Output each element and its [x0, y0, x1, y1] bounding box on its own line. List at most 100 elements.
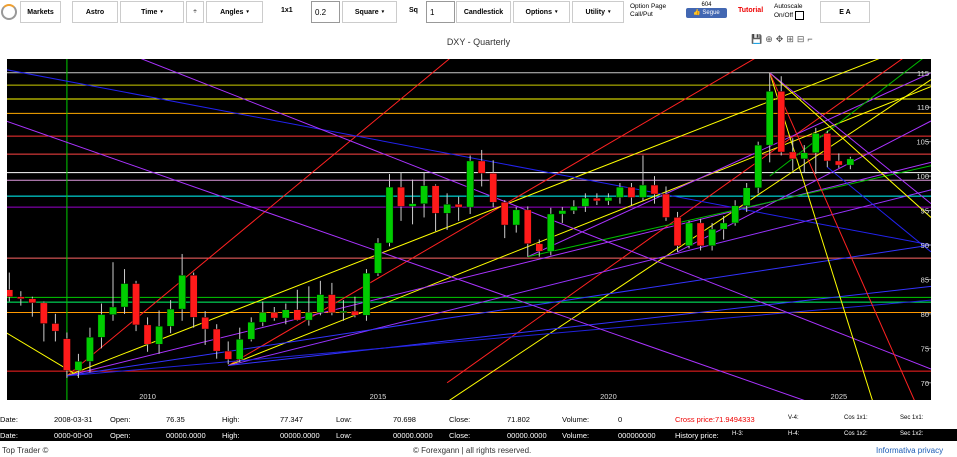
x-tick-label: 2010 — [139, 392, 156, 400]
bullish-candle — [408, 203, 417, 207]
option-page-link[interactable]: Option Page Call/Put — [630, 3, 666, 19]
bearish-candle — [28, 298, 37, 304]
bullish-candle — [258, 312, 267, 323]
close-value: 00000.0000 — [507, 431, 547, 440]
options-dropdown[interactable]: Options ▾ — [513, 1, 570, 23]
save-icon[interactable]: 💾 — [751, 34, 762, 45]
y-tick-label: 80 — [921, 310, 929, 319]
zoom-icon[interactable]: ⊕ — [765, 34, 773, 45]
cos-1x2-label: Cos 1x2: — [844, 431, 868, 437]
bullish-candle — [708, 228, 716, 246]
bearish-candle — [351, 310, 359, 316]
bearish-candle — [189, 275, 198, 318]
bullish-candle — [86, 337, 94, 362]
open-value: 00000.0000 — [166, 431, 206, 440]
bearish-candle — [477, 160, 486, 174]
open-label: Open: — [110, 415, 131, 424]
stepper-icon: ÷ — [193, 9, 197, 15]
bullish-candle — [166, 308, 175, 327]
pan-icon[interactable]: ✥ — [776, 34, 784, 45]
gann-angle-line — [228, 189, 931, 367]
bearish-candle — [431, 185, 440, 214]
bullish-candle — [316, 294, 325, 313]
autoscale-toggle[interactable]: Autoscale On/Off — [774, 3, 804, 20]
bearish-candle — [40, 302, 48, 324]
utility-dropdown[interactable]: Utility ▾ — [572, 1, 624, 23]
bearish-candle — [293, 309, 302, 321]
bearish-candle — [270, 312, 279, 319]
options-label: Options — [525, 8, 552, 16]
autoscale-onoff-label: On/Off — [774, 12, 794, 20]
footer-brand: Top Trader © — [2, 446, 49, 455]
markets-button[interactable]: Markets — [20, 1, 61, 23]
bullish-candle — [581, 197, 590, 207]
close-label: Close: — [449, 431, 471, 440]
autoscale-checkbox[interactable] — [794, 11, 804, 20]
autoscale-label: Autoscale — [774, 3, 803, 10]
tutorial-link[interactable]: Tutorial — [738, 7, 763, 14]
chevron-down-icon: ▾ — [554, 9, 558, 15]
y-tick-label: 90 — [921, 241, 929, 250]
date-value: 0000-00-00 — [54, 431, 93, 440]
y-tick-label: 100 — [916, 172, 929, 181]
bullish-candle — [604, 197, 613, 202]
bearish-candle — [650, 184, 659, 195]
low-value: 00000.0000 — [393, 431, 433, 440]
bullish-candle — [570, 206, 578, 211]
zoom-out-icon[interactable]: ⊟ — [797, 34, 805, 45]
bearish-candle — [454, 204, 463, 208]
bullish-candle — [362, 273, 371, 316]
toolbar: Markets Astro Time ▾ ÷ Angles ▾ 1x1 Squa… — [0, 0, 957, 26]
utility-label: Utility — [585, 8, 605, 16]
ea-button[interactable]: E A — [820, 1, 870, 23]
like-icon: 👍 — [693, 10, 701, 16]
y-tick-label: 95 — [921, 207, 929, 216]
close-label: Close: — [449, 415, 471, 424]
chart-plot-area[interactable]: 70 75 80 85 90 95 100 105 110 115 2010 2015 2020 2025 — [7, 59, 931, 400]
sec-1x1-label: Sec 1x1: — [900, 415, 924, 421]
y-tick-label: 85 — [921, 275, 929, 284]
candlestick-chart: 70 75 80 85 90 95 100 105 110 115 2010 2015 2020 2025 — [7, 59, 931, 400]
ratio-input[interactable] — [311, 1, 340, 23]
bullish-candle — [443, 204, 451, 214]
time-stepper[interactable]: ÷ — [186, 1, 204, 23]
bearish-candle — [696, 222, 705, 246]
gann-angle-line — [66, 59, 880, 377]
open-label: Open: — [110, 431, 131, 440]
bullish-candle — [731, 205, 739, 224]
ratio-label: 1x1 — [281, 7, 293, 14]
gann-angle-line — [769, 72, 915, 400]
bullish-candle — [155, 326, 163, 345]
bullish-candle — [754, 144, 762, 189]
chevron-down-icon: ▾ — [607, 9, 611, 15]
reset-axes-icon[interactable]: ⌐ — [807, 34, 812, 45]
bearish-candle — [63, 338, 71, 371]
sq-input[interactable] — [426, 1, 455, 23]
chevron-down-icon: ▾ — [246, 9, 249, 15]
high-value: 00000.0000 — [280, 431, 320, 440]
bearish-candle — [397, 186, 405, 207]
low-label: Low: — [336, 431, 352, 440]
bullish-candle — [178, 275, 186, 310]
bullish-candle — [639, 184, 647, 198]
zoom-in-icon[interactable]: ⊞ — [786, 34, 794, 45]
time-dropdown[interactable]: Time ▾ — [120, 1, 184, 23]
bearish-candle — [788, 151, 797, 160]
gann-angle-line — [527, 72, 931, 258]
square-dropdown[interactable]: Square ▾ — [342, 1, 397, 23]
bearish-candle — [523, 209, 532, 244]
bullish-candle — [247, 321, 256, 340]
open-value: 76.35 — [166, 415, 185, 424]
bearish-candle — [777, 91, 785, 153]
bearish-candle — [201, 317, 209, 330]
privacy-link[interactable]: Informativa privacy — [876, 446, 943, 455]
segue-button[interactable]: 👍 Segue — [686, 8, 727, 18]
candlestick-button[interactable]: Candlestick — [456, 1, 511, 23]
bearish-candle — [212, 328, 221, 352]
gann-angle-line — [228, 86, 931, 367]
bullish-candle — [812, 133, 820, 153]
segue-widget[interactable]: 604 👍 Segue — [686, 2, 727, 22]
x-tick-label: 2015 — [370, 392, 387, 400]
angles-dropdown[interactable]: Angles ▾ — [206, 1, 263, 23]
astro-button[interactable]: Astro — [72, 1, 118, 23]
